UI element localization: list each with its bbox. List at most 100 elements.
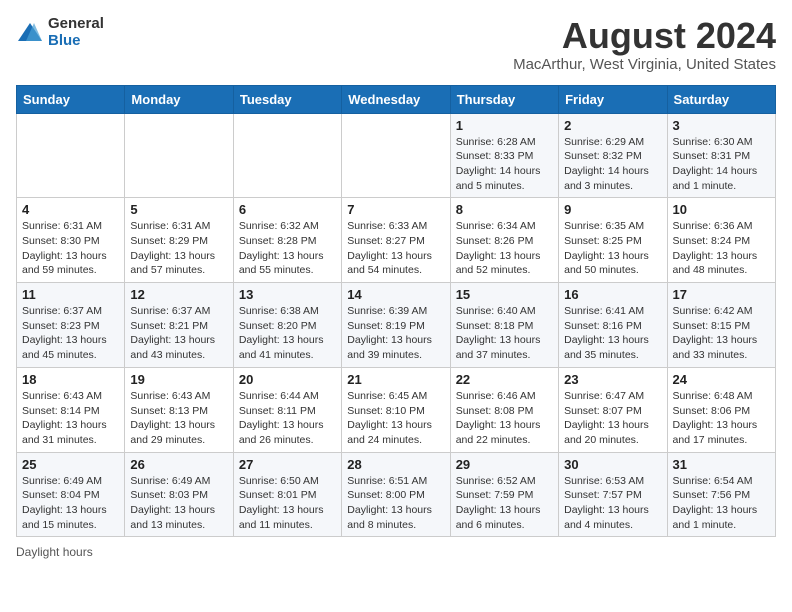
- day-info: Sunrise: 6:43 AM Sunset: 8:13 PM Dayligh…: [130, 389, 227, 448]
- day-number: 5: [130, 202, 227, 217]
- calendar-cell: 15Sunrise: 6:40 AM Sunset: 8:18 PM Dayli…: [450, 283, 558, 368]
- calendar-cell: 16Sunrise: 6:41 AM Sunset: 8:16 PM Dayli…: [559, 283, 667, 368]
- day-number: 30: [564, 457, 661, 472]
- day-info: Sunrise: 6:37 AM Sunset: 8:23 PM Dayligh…: [22, 304, 119, 363]
- calendar-cell: 14Sunrise: 6:39 AM Sunset: 8:19 PM Dayli…: [342, 283, 450, 368]
- day-info: Sunrise: 6:36 AM Sunset: 8:24 PM Dayligh…: [673, 219, 770, 278]
- day-info: Sunrise: 6:47 AM Sunset: 8:07 PM Dayligh…: [564, 389, 661, 448]
- day-number: 20: [239, 372, 336, 387]
- calendar-cell: 19 Sunrise: 6:43 AM Sunset: 8:13 PM Dayli…: [125, 367, 233, 452]
- day-info: Sunrise: 6:31 AM Sunset: 8:30 PM Dayligh…: [22, 219, 119, 278]
- day-info: Sunrise: 6:31 AM Sunset: 8:29 PM Dayligh…: [130, 219, 227, 278]
- calendar-cell: 9 Sunrise: 6:35 AM Sunset: 8:25 PM Daylig…: [559, 198, 667, 283]
- calendar-cell: 22 Sunrise: 6:46 AM Sunset: 8:08 PM Dayli…: [450, 367, 558, 452]
- month-year-title: August 2024: [513, 16, 776, 56]
- calendar-cell: 25Sunrise: 6:49 AM Sunset: 8:04 PM Dayli…: [17, 452, 125, 537]
- calendar-cell: 7 Sunrise: 6:33 AM Sunset: 8:27 PM Daylig…: [342, 198, 450, 283]
- day-number: 25: [22, 457, 119, 472]
- calendar-cell: 18 Sunrise: 6:43 AM Sunset: 8:14 PM Dayli…: [17, 367, 125, 452]
- calendar-cell: 31Sunrise: 6:54 AM Sunset: 7:56 PM Dayli…: [667, 452, 775, 537]
- day-number: 18: [22, 372, 119, 387]
- logo-general: General: [48, 16, 104, 33]
- day-number: 23: [564, 372, 661, 387]
- calendar-cell: [342, 113, 450, 198]
- day-number: 9: [564, 202, 661, 217]
- footer-note: Daylight hours: [16, 545, 776, 559]
- day-number: 15: [456, 287, 553, 302]
- day-number: 1: [456, 118, 553, 133]
- day-info: Sunrise: 6:49 AM Sunset: 8:03 PM Dayligh…: [130, 474, 227, 533]
- calendar-table: SundayMondayTuesdayWednesdayThursdayFrid…: [16, 85, 776, 538]
- weekday-header: Friday: [559, 85, 667, 113]
- calendar-cell: 21 Sunrise: 6:45 AM Sunset: 8:10 PM Dayli…: [342, 367, 450, 452]
- day-info: Sunrise: 6:54 AM Sunset: 7:56 PM Dayligh…: [673, 474, 770, 533]
- calendar-cell: 28 Sunrise: 6:51 AM Sunset: 8:00 PM Dayli…: [342, 452, 450, 537]
- calendar-cell: 24 Sunrise: 6:48 AM Sunset: 8:06 PM Dayli…: [667, 367, 775, 452]
- day-info: Sunrise: 6:48 AM Sunset: 8:06 PM Dayligh…: [673, 389, 770, 448]
- logo: General Blue: [16, 16, 104, 49]
- day-number: 29: [456, 457, 553, 472]
- day-info: Sunrise: 6:43 AM Sunset: 8:14 PM Dayligh…: [22, 389, 119, 448]
- calendar-cell: 12 Sunrise: 6:37 AM Sunset: 8:21 PM Dayli…: [125, 283, 233, 368]
- weekday-header: Tuesday: [233, 85, 341, 113]
- day-number: 22: [456, 372, 553, 387]
- day-number: 10: [673, 202, 770, 217]
- calendar-cell: [125, 113, 233, 198]
- day-number: 17: [673, 287, 770, 302]
- day-number: 12: [130, 287, 227, 302]
- day-number: 24: [673, 372, 770, 387]
- weekday-header: Sunday: [17, 85, 125, 113]
- day-info: Sunrise: 6:41 AM Sunset: 8:16 PM Dayligh…: [564, 304, 661, 363]
- calendar-cell: 13 Sunrise: 6:38 AM Sunset: 8:20 PM Dayli…: [233, 283, 341, 368]
- calendar-cell: 1 Sunrise: 6:28 AM Sunset: 8:33 PM Daylig…: [450, 113, 558, 198]
- calendar-cell: 20 Sunrise: 6:44 AM Sunset: 8:11 PM Dayli…: [233, 367, 341, 452]
- calendar-cell: 29Sunrise: 6:52 AM Sunset: 7:59 PM Dayli…: [450, 452, 558, 537]
- calendar-header-row: SundayMondayTuesdayWednesdayThursdayFrid…: [17, 85, 776, 113]
- calendar-week-row: 4 Sunrise: 6:31 AM Sunset: 8:30 PM Daylig…: [17, 198, 776, 283]
- calendar-week-row: 25Sunrise: 6:49 AM Sunset: 8:04 PM Dayli…: [17, 452, 776, 537]
- day-number: 8: [456, 202, 553, 217]
- logo-text: General Blue: [48, 16, 104, 49]
- day-number: 19: [130, 372, 227, 387]
- day-info: Sunrise: 6:45 AM Sunset: 8:10 PM Dayligh…: [347, 389, 444, 448]
- day-info: Sunrise: 6:38 AM Sunset: 8:20 PM Dayligh…: [239, 304, 336, 363]
- day-number: 3: [673, 118, 770, 133]
- day-number: 6: [239, 202, 336, 217]
- day-info: Sunrise: 6:28 AM Sunset: 8:33 PM Dayligh…: [456, 135, 553, 194]
- day-info: Sunrise: 6:42 AM Sunset: 8:15 PM Dayligh…: [673, 304, 770, 363]
- day-info: Sunrise: 6:37 AM Sunset: 8:21 PM Dayligh…: [130, 304, 227, 363]
- calendar-week-row: 11Sunrise: 6:37 AM Sunset: 8:23 PM Dayli…: [17, 283, 776, 368]
- calendar-cell: 3 Sunrise: 6:30 AM Sunset: 8:31 PM Daylig…: [667, 113, 775, 198]
- day-info: Sunrise: 6:44 AM Sunset: 8:11 PM Dayligh…: [239, 389, 336, 448]
- day-number: 28: [347, 457, 444, 472]
- calendar-cell: [233, 113, 341, 198]
- calendar-cell: 10 Sunrise: 6:36 AM Sunset: 8:24 PM Dayli…: [667, 198, 775, 283]
- calendar-cell: 2 Sunrise: 6:29 AM Sunset: 8:32 PM Daylig…: [559, 113, 667, 198]
- calendar-cell: 30 Sunrise: 6:53 AM Sunset: 7:57 PM Dayli…: [559, 452, 667, 537]
- weekday-header: Wednesday: [342, 85, 450, 113]
- calendar-cell: 23 Sunrise: 6:47 AM Sunset: 8:07 PM Dayli…: [559, 367, 667, 452]
- day-info: Sunrise: 6:53 AM Sunset: 7:57 PM Dayligh…: [564, 474, 661, 533]
- day-number: 26: [130, 457, 227, 472]
- day-info: Sunrise: 6:51 AM Sunset: 8:00 PM Dayligh…: [347, 474, 444, 533]
- location-subtitle: MacArthur, West Virginia, United States: [513, 56, 776, 73]
- calendar-week-row: 18 Sunrise: 6:43 AM Sunset: 8:14 PM Dayli…: [17, 367, 776, 452]
- calendar-cell: 6 Sunrise: 6:32 AM Sunset: 8:28 PM Daylig…: [233, 198, 341, 283]
- day-info: Sunrise: 6:29 AM Sunset: 8:32 PM Dayligh…: [564, 135, 661, 194]
- weekday-header: Monday: [125, 85, 233, 113]
- calendar-cell: 11Sunrise: 6:37 AM Sunset: 8:23 PM Dayli…: [17, 283, 125, 368]
- day-number: 21: [347, 372, 444, 387]
- day-number: 7: [347, 202, 444, 217]
- logo-blue: Blue: [48, 33, 104, 50]
- day-number: 14: [347, 287, 444, 302]
- day-info: Sunrise: 6:50 AM Sunset: 8:01 PM Dayligh…: [239, 474, 336, 533]
- calendar-week-row: 1 Sunrise: 6:28 AM Sunset: 8:33 PM Daylig…: [17, 113, 776, 198]
- day-info: Sunrise: 6:33 AM Sunset: 8:27 PM Dayligh…: [347, 219, 444, 278]
- day-number: 2: [564, 118, 661, 133]
- day-number: 4: [22, 202, 119, 217]
- day-info: Sunrise: 6:30 AM Sunset: 8:31 PM Dayligh…: [673, 135, 770, 194]
- day-number: 13: [239, 287, 336, 302]
- day-info: Sunrise: 6:35 AM Sunset: 8:25 PM Dayligh…: [564, 219, 661, 278]
- day-info: Sunrise: 6:46 AM Sunset: 8:08 PM Dayligh…: [456, 389, 553, 448]
- day-info: Sunrise: 6:32 AM Sunset: 8:28 PM Dayligh…: [239, 219, 336, 278]
